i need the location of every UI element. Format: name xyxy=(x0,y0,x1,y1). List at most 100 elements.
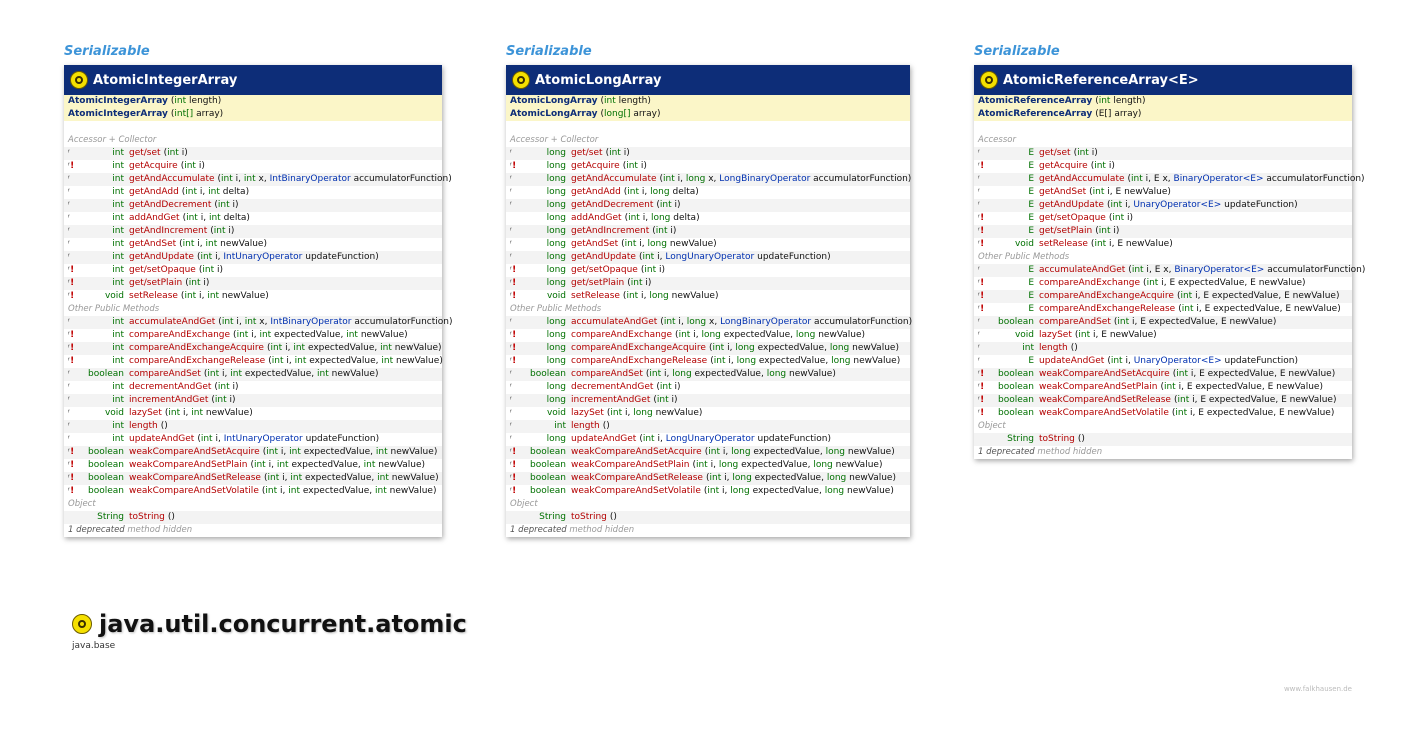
method-row[interactable]: ᶠ! int get/setPlain (int i) xyxy=(64,277,442,290)
method-params: (int i, LongUnaryOperator updateFunction… xyxy=(638,252,831,262)
constructor-row[interactable]: AtomicIntegerArray (int length) xyxy=(64,95,442,108)
exclamation-icon: ! xyxy=(512,356,517,366)
method-row[interactable]: ᶠ long getAndDecrement (int i) xyxy=(506,199,910,212)
class-title: AtomicLongArray xyxy=(535,72,662,88)
return-type: long xyxy=(546,434,566,444)
method-row[interactable]: ᶠ! EcompareAndExchangeRelease (int i, E ex… xyxy=(974,303,1352,316)
method-row[interactable]: ᶠ boolean compareAndSet (int i, long expect… xyxy=(506,368,910,381)
method-row[interactable]: ᶠ! boolean weakCompareAndSetPlain (int i, E… xyxy=(974,381,1352,394)
method-row[interactable]: ᶠ! boolean weakCompareAndSetAcquire (int i,… xyxy=(974,368,1352,381)
method-row[interactable]: ᶠ! boolean weakCompareAndSetVolatile (int i… xyxy=(64,485,442,498)
method-row[interactable]: ᶠ EgetAndSet (int i, E newValue) xyxy=(974,186,1352,199)
method-row[interactable]: ᶠ! boolean weakCompareAndSetAcquire (int i,… xyxy=(64,446,442,459)
method-row[interactable]: ᶠ! long getAcquire (int i) xyxy=(506,160,910,173)
method-row[interactable]: ᶠ long accumulateAndGet (int i, long x, Lon… xyxy=(506,316,912,329)
section-rows: ᶠ int get/set (int i) ᶠ! int getAcquire (int i)… xyxy=(64,147,452,303)
method-row[interactable]: ᶠ! boolean weakCompareAndSetVolatile (int i… xyxy=(974,407,1352,420)
constructor-row[interactable]: AtomicReferenceArray (E[] array) xyxy=(974,108,1352,121)
method-row[interactable]: ᶠ EgetAndAccumulate (int i, E x, BinaryOpe… xyxy=(974,173,1365,186)
method-params: (int i, int expectedValue, int newValue) xyxy=(261,486,437,496)
return-type: E xyxy=(1028,213,1034,223)
method-name: get/set xyxy=(129,148,161,158)
method-row[interactable]: ᶠ! boolean weakCompareAndSetVolatile (int i… xyxy=(506,485,910,498)
method-row[interactable]: ᶠ! boolean weakCompareAndSetRelease (int i,… xyxy=(506,472,910,485)
method-row[interactable]: String toString() xyxy=(974,433,1352,446)
method-row[interactable]: ᶠ long get/set (int i) xyxy=(506,147,910,160)
method-row[interactable]: ᶠ int length() xyxy=(506,420,910,433)
method-row[interactable]: ᶠ void lazySet (int i, int newValue) xyxy=(64,407,442,420)
method-row[interactable]: ᶠ void lazySet (int i, E newValue) xyxy=(974,329,1352,342)
method-row[interactable]: ᶠ! int compareAndExchange (int i, int expec… xyxy=(64,329,442,342)
method-row[interactable]: ᶠ int getAndDecrement (int i) xyxy=(64,199,442,212)
method-row[interactable]: ᶠ! Eget/setOpaque (int i) xyxy=(974,212,1352,225)
method-row[interactable]: ᶠ EgetAndUpdate (int i, UnaryOperator<E> u… xyxy=(974,199,1352,212)
method-row[interactable]: ᶠ! Eget/setPlain (int i) xyxy=(974,225,1352,238)
method-row[interactable]: ᶠ int updateAndGet (int i, IntUnaryOperator… xyxy=(64,433,442,446)
method-row[interactable]: ᶠ! EcompareAndExchange (int i, E expectedV… xyxy=(974,277,1352,290)
method-params: (int i, E expectedValue, E newValue) xyxy=(1160,382,1323,392)
method-row[interactable]: ᶠ Eget/set (int i) xyxy=(974,147,1352,160)
return-type: int xyxy=(112,200,124,210)
method-row[interactable]: ᶠ int getAndIncrement (int i) xyxy=(64,225,442,238)
method-row[interactable]: ᶠ! int compareAndExchangeRelease (int i, in… xyxy=(64,355,443,368)
method-row[interactable]: ᶠ! long get/setOpaque (int i) xyxy=(506,264,910,277)
method-row[interactable]: ᶠ long getAndAdd (int i, long delta) xyxy=(506,186,910,199)
return-type: boolean xyxy=(530,447,566,457)
constructor-row[interactable]: AtomicLongArray (int length) xyxy=(506,95,910,108)
method-row[interactable]: ᶠ int getAndUpdate (int i, IntUnaryOperator… xyxy=(64,251,442,264)
method-row[interactable]: ᶠ! boolean weakCompareAndSetRelease (int i,… xyxy=(64,472,442,485)
constructor-row[interactable]: AtomicLongArray (long[] array) xyxy=(506,108,910,121)
method-row[interactable]: String toString() xyxy=(64,511,442,524)
method-row[interactable]: ᶠ int getAndSet (int i, int newValue) xyxy=(64,238,442,251)
method-row[interactable]: ᶠ! boolean weakCompareAndSetPlain (int i, l… xyxy=(506,459,910,472)
method-row[interactable]: ᶠ EupdateAndGet (int i, UnaryOperator<E> u… xyxy=(974,355,1352,368)
method-row[interactable]: ᶠ boolean compareAndSet (int i, E expectedV… xyxy=(974,316,1352,329)
method-row[interactable]: ᶠ boolean compareAndSet (int i, int expecte… xyxy=(64,368,442,381)
method-params: (int i, UnaryOperator<E> updateFunction) xyxy=(1106,200,1298,210)
method-row[interactable]: ᶠ! long get/setPlain (int i) xyxy=(506,277,910,290)
method-row[interactable]: ᶠ long incrementAndGet (int i) xyxy=(506,394,910,407)
method-row[interactable]: ᶠ int decrementAndGet (int i) xyxy=(64,381,442,394)
method-row[interactable]: ᶠ int addAndGet (int i, int delta) xyxy=(64,212,442,225)
method-row[interactable]: ᶠ long getAndIncrement (int i) xyxy=(506,225,910,238)
method-row[interactable]: long addAndGet (int i, long delta) xyxy=(506,212,910,225)
class-header[interactable]: AtomicLongArray xyxy=(506,65,910,95)
method-row[interactable]: ᶠ! EgetAcquire (int i) xyxy=(974,160,1352,173)
method-row[interactable]: ᶠ int getAndAccumulate (int i, int x, IntBi… xyxy=(64,173,452,186)
method-row[interactable]: String toString() xyxy=(506,511,910,524)
method-row[interactable]: ᶠ! int getAcquire (int i) xyxy=(64,160,442,173)
method-row[interactable]: ᶠ long updateAndGet (int i, LongUnaryOperat… xyxy=(506,433,910,446)
method-row[interactable]: ᶠ! long compareAndExchangeRelease (int i, l… xyxy=(506,355,910,368)
method-row[interactable]: ᶠ! EcompareAndExchangeAcquire (int i, E ex… xyxy=(974,290,1352,303)
credit-link[interactable]: www.falkhausen.de xyxy=(1284,685,1352,693)
method-row[interactable]: ᶠ! long compareAndExchange (int i, long exp… xyxy=(506,329,910,342)
constructor-row[interactable]: AtomicIntegerArray (int[] array) xyxy=(64,108,442,121)
method-row[interactable]: ᶠ void lazySet (int i, long newValue) xyxy=(506,407,910,420)
section-title: Object xyxy=(68,499,96,509)
method-row[interactable]: ᶠ long decrementAndGet (int i) xyxy=(506,381,910,394)
method-row[interactable]: ᶠ long getAndAccumulate (int i, long x, Lon… xyxy=(506,173,911,186)
class-header[interactable]: AtomicReferenceArray<E> xyxy=(974,65,1352,95)
method-row[interactable]: ᶠ! int compareAndExchangeAcquire (int i, in… xyxy=(64,342,442,355)
method-row[interactable]: ᶠ int incrementAndGet (int i) xyxy=(64,394,442,407)
method-row[interactable]: ᶠ! void setRelease (int i, long newValue) xyxy=(506,290,910,303)
method-row[interactable]: ᶠ int getAndAdd (int i, int delta) xyxy=(64,186,442,199)
method-row[interactable]: ᶠ int accumulateAndGet (int i, int x, IntBi… xyxy=(64,316,452,329)
class-header[interactable]: AtomicIntegerArray xyxy=(64,65,442,95)
method-row[interactable]: ᶠ int length() xyxy=(974,342,1352,355)
method-row[interactable]: ᶠ long getAndSet (int i, long newValue) xyxy=(506,238,910,251)
method-row[interactable]: ᶠ! void setRelease (int i, E newValue) xyxy=(974,238,1352,251)
method-row[interactable]: ᶠ! boolean weakCompareAndSetRelease (int i,… xyxy=(974,394,1352,407)
method-row[interactable]: ᶠ long getAndUpdate (int i, LongUnaryOperat… xyxy=(506,251,910,264)
modifier-marker: ᶠ! xyxy=(974,290,990,303)
method-row[interactable]: ᶠ! boolean weakCompareAndSetPlain (int i, i… xyxy=(64,459,442,472)
method-row[interactable]: ᶠ int length() xyxy=(64,420,442,433)
method-row[interactable]: ᶠ! long compareAndExchangeAcquire (int i, l… xyxy=(506,342,910,355)
method-row[interactable]: ᶠ EaccumulateAndGet (int i, E x, BinaryOpe… xyxy=(974,264,1365,277)
method-row[interactable]: ᶠ! int get/setOpaque (int i) xyxy=(64,264,442,277)
constructor-row[interactable]: AtomicReferenceArray (int length) xyxy=(974,95,1352,108)
method-row[interactable]: ᶠ! boolean weakCompareAndSetAcquire (int i,… xyxy=(506,446,910,459)
method-row[interactable]: ᶠ int get/set (int i) xyxy=(64,147,442,160)
method-row[interactable]: ᶠ! void setRelease (int i, int newValue) xyxy=(64,290,442,303)
method-name: incrementAndGet xyxy=(571,395,651,405)
